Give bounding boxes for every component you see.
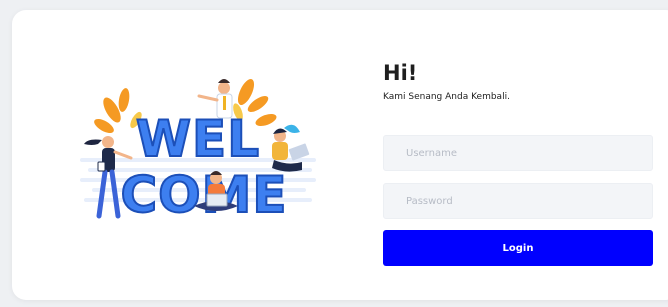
- username-input[interactable]: [383, 135, 653, 171]
- login-button[interactable]: Login: [383, 230, 653, 266]
- login-card: WEL COME Hi! Kami Senang Anda Kembali. U…: [12, 10, 668, 300]
- login-form: Hi! Kami Senang Anda Kembali. Login: [383, 61, 653, 266]
- welcome-text-top: WEL: [136, 110, 260, 168]
- welcome-subtitle: Kami Senang Anda Kembali.: [383, 92, 510, 102]
- welcome-illustration: WEL COME: [80, 79, 316, 225]
- greeting-heading: Hi!: [383, 61, 418, 85]
- woman-laptop-icon: [272, 124, 310, 172]
- welcome-text-bottom: COME: [120, 166, 287, 224]
- password-input[interactable]: [383, 183, 653, 219]
